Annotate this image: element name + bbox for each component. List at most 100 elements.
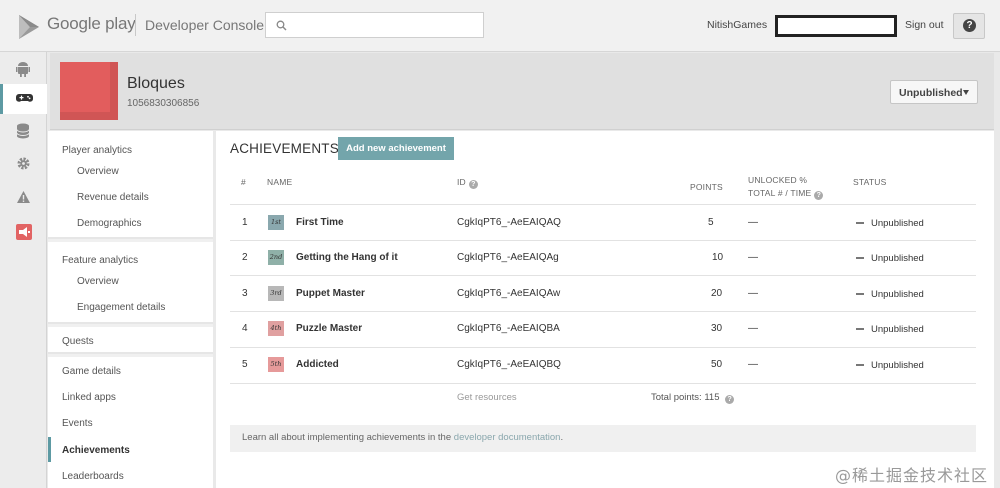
- achievement-unlocked: —: [748, 288, 758, 299]
- google-play-logo-icon[interactable]: [16, 14, 42, 40]
- help-icon[interactable]: ?: [468, 180, 478, 189]
- help-button[interactable]: ?: [953, 13, 985, 39]
- achievement-name[interactable]: Puppet Master: [296, 288, 365, 299]
- developer-documentation-link[interactable]: developer documentation: [454, 432, 561, 443]
- status-badge: Unpublished: [871, 360, 924, 371]
- watermark: @稀土掘金技术社区: [835, 466, 989, 485]
- col-header-points[interactable]: POINTS: [690, 182, 723, 192]
- nav-feature-analytics[interactable]: Feature analytics: [62, 255, 138, 266]
- row-num: 4: [242, 323, 248, 334]
- row-divider: [230, 383, 976, 384]
- achievement-id: CgkIqPT6_-AeEAIQBA: [457, 323, 560, 334]
- nav-leaderboards[interactable]: Leaderboards: [62, 471, 124, 482]
- android-icon: [16, 62, 30, 77]
- badge-image: 4th: [268, 321, 284, 336]
- total-points: Total points: 115 ?: [651, 392, 735, 404]
- brand-developer-console[interactable]: Developer Console: [145, 17, 264, 33]
- nav-events[interactable]: Events: [62, 418, 93, 429]
- brand-divider: [135, 14, 136, 36]
- badge-image: 2nd: [268, 250, 284, 265]
- nav-game-details[interactable]: Game details: [62, 366, 121, 377]
- col-header-unlocked-total: TOTAL # / TIME?: [748, 188, 824, 200]
- status-dash-icon: [856, 364, 864, 366]
- app-header: Bloques 1056830306856 Unpublished: [50, 53, 994, 130]
- nav-linked-apps[interactable]: Linked apps: [62, 392, 116, 403]
- nav-engagement-details[interactable]: Engagement details: [77, 302, 165, 313]
- row-divider: [230, 240, 976, 241]
- chevron-down-icon: [963, 90, 969, 95]
- top-bar: Google play Developer Console NitishGame…: [0, 0, 1000, 52]
- rail-item-database[interactable]: [0, 116, 47, 146]
- rail-item-settings[interactable]: [0, 149, 47, 179]
- status-badge: Unpublished: [871, 324, 924, 335]
- search-input[interactable]: [265, 12, 484, 38]
- badge-image: 3rd: [268, 286, 284, 301]
- nav-revenue-details[interactable]: Revenue details: [77, 192, 149, 203]
- col-header-name[interactable]: NAME: [267, 177, 292, 187]
- nav-group-player-analytics: Player analytics Overview Revenue detail…: [48, 131, 213, 239]
- achievement-unlocked: —: [748, 217, 758, 228]
- learn-more-banner: Learn all about implementing achievement…: [230, 425, 976, 452]
- nav-overview[interactable]: Overview: [77, 166, 119, 177]
- achievement-id: CgkIqPT6_-AeEAIQAg: [457, 252, 559, 263]
- sign-out-link[interactable]: Sign out: [905, 19, 944, 31]
- status-dash-icon: [856, 257, 864, 259]
- row-num: 1: [242, 217, 248, 228]
- badge-image: 1st: [268, 215, 284, 230]
- nav-quests[interactable]: Quests: [62, 336, 94, 347]
- col-header-unlocked-total-label: TOTAL # / TIME: [748, 188, 812, 198]
- learn-text: Learn all about implementing achievement…: [242, 432, 452, 443]
- status-dash-icon: [856, 222, 864, 224]
- row-divider: [230, 347, 976, 348]
- achievement-points: 30: [711, 323, 723, 334]
- status-badge: Unpublished: [871, 253, 924, 264]
- nav-overview-2[interactable]: Overview: [77, 276, 119, 287]
- nav-group-game: Game details Linked apps Events Achievem…: [48, 357, 213, 488]
- achievement-points: 50: [711, 359, 723, 370]
- status-dash-icon: [856, 328, 864, 330]
- nav-player-analytics[interactable]: Player analytics: [62, 145, 132, 156]
- achievements-panel: ACHIEVEMENTS Add new achievement # NAME …: [216, 131, 994, 488]
- row-divider: [230, 275, 976, 276]
- account-name[interactable]: NitishGames: [707, 19, 767, 31]
- status-badge: Unpublished: [871, 289, 924, 300]
- app-name: Bloques: [127, 75, 185, 92]
- achievement-name[interactable]: First Time: [296, 217, 344, 228]
- row-num: 2: [242, 252, 248, 263]
- achievement-name[interactable]: Getting the Hang of it: [296, 252, 398, 263]
- rail-item-announcements[interactable]: [0, 217, 47, 247]
- publish-status-dropdown[interactable]: Unpublished: [890, 80, 978, 104]
- add-achievement-button[interactable]: Add new achievement: [338, 137, 454, 160]
- get-resources-link[interactable]: Get resources: [457, 392, 517, 403]
- rail-item-alerts[interactable]: [0, 183, 47, 213]
- total-points-label: Total points:: [651, 392, 702, 403]
- total-points-value: 115: [704, 392, 720, 403]
- nav-demographics[interactable]: Demographics: [77, 218, 141, 229]
- rail-item-apps[interactable]: [0, 54, 47, 84]
- megaphone-icon: [16, 224, 32, 240]
- badge-image: 5th: [268, 357, 284, 372]
- rail-item-game-services[interactable]: [0, 84, 47, 114]
- col-header-num: #: [241, 177, 246, 187]
- row-num: 3: [242, 288, 248, 299]
- nav-achievements[interactable]: Achievements: [62, 445, 130, 456]
- brand-google-play[interactable]: Google play: [47, 14, 136, 34]
- gamepad-icon: [16, 94, 33, 102]
- learn-end: .: [560, 432, 564, 443]
- nav-active-indicator: [48, 437, 51, 462]
- help-icon[interactable]: ?: [814, 191, 824, 200]
- status-dash-icon: [856, 293, 864, 295]
- row-divider: [230, 311, 976, 312]
- side-nav: Player analytics Overview Revenue detail…: [48, 131, 213, 488]
- app-icon: [60, 62, 118, 120]
- achievement-name[interactable]: Addicted: [296, 359, 339, 370]
- col-header-id-label: ID: [457, 177, 466, 187]
- col-header-id: ID?: [457, 177, 478, 189]
- help-icon: ?: [963, 19, 976, 32]
- achievement-id: CgkIqPT6_-AeEAIQAQ: [457, 217, 561, 228]
- help-icon[interactable]: ?: [725, 395, 735, 404]
- achievement-name[interactable]: Puzzle Master: [296, 323, 362, 334]
- achievement-points: 10: [712, 252, 724, 263]
- redacted-account-field: [775, 15, 897, 37]
- achievement-unlocked: —: [748, 252, 758, 263]
